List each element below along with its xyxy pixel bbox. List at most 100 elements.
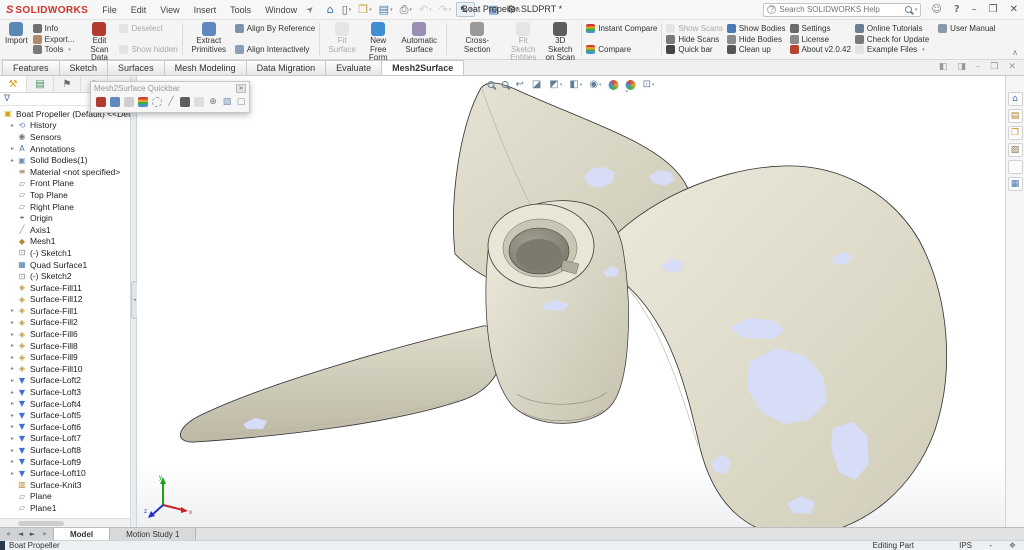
ribbon-small-button[interactable]: Quick bar — [666, 44, 722, 55]
doc-minimize-icon[interactable]: – — [976, 62, 981, 72]
view-tab[interactable]: Model — [54, 528, 110, 540]
ribbon-small-button[interactable]: Show hidden — [119, 44, 177, 55]
command-tab[interactable]: Mesh2Surface — [381, 60, 464, 75]
save-icon[interactable]: ▤ ▾ — [377, 3, 395, 16]
view-tab[interactable]: Motion Study 1 — [110, 528, 196, 540]
tree-item[interactable]: ◆ Mesh1 — [0, 236, 130, 248]
tree-item[interactable]: ▸ ▼ Surface-Loft3 — [0, 386, 130, 398]
expander-icon[interactable]: ▸ — [8, 157, 17, 164]
tree-horizontal-scrollbar[interactable] — [0, 518, 130, 527]
ribbon-small-button[interactable]: Example Files ▾ — [855, 44, 934, 55]
clean-up-icon[interactable]: ▢ — [236, 97, 246, 107]
ribbon-small-button[interactable]: Export... — [33, 34, 80, 45]
zoom-to-fit-icon[interactable] — [488, 81, 495, 88]
close-button[interactable]: ✕ — [1010, 4, 1018, 15]
ribbon-small-button[interactable]: Instant Compare — [586, 23, 657, 34]
ribbon-small-button[interactable]: About v2.0.42 — [790, 44, 851, 55]
hide-show-items-icon[interactable]: ◉ ▾ — [589, 79, 601, 90]
open-icon[interactable]: ❐ ▾ — [356, 3, 373, 16]
tree-item[interactable]: ▸ ▼ Surface-Loft5 — [0, 409, 130, 421]
appearances-icon[interactable] — [1008, 160, 1023, 174]
pane-left-icon[interactable]: ◧ — [939, 62, 948, 72]
compare-icon[interactable] — [138, 97, 148, 107]
hide-bodies-icon[interactable]: ▧ — [222, 97, 232, 107]
custom-properties-icon[interactable]: ▦ — [1008, 177, 1023, 191]
expander-icon[interactable]: ▸ — [8, 145, 17, 152]
print-icon[interactable]: ⎙ ▾ — [398, 3, 414, 16]
cross-section-icon[interactable] — [152, 97, 162, 107]
ribbon-small-button[interactable]: Show Scans — [666, 23, 722, 34]
ribbon-small-button[interactable]: User Manual — [938, 23, 995, 34]
command-tab[interactable]: Surfaces — [107, 60, 165, 75]
expander-icon[interactable]: ▸ — [8, 435, 17, 442]
expander-icon[interactable]: ▸ — [8, 307, 17, 314]
file-explorer-icon[interactable]: ❐ — [1008, 126, 1023, 140]
ribbon-small-button[interactable]: Online Tutorials — [855, 23, 934, 34]
tree-item[interactable]: ⊡ (-) Sketch1 — [0, 247, 130, 259]
command-tab[interactable]: Data Migration — [246, 60, 327, 75]
apply-scene-icon[interactable]: ▾ — [626, 80, 636, 90]
automatic-surface-button[interactable]: Automatic Surface — [394, 21, 444, 57]
tree-item[interactable]: ▸ ⟲ History — [0, 120, 130, 132]
login-icon[interactable]: ☺ — [931, 4, 941, 15]
tree-item[interactable]: ▸ ▼ Surface-Loft9 — [0, 456, 130, 468]
fit-sketch-entities-button[interactable]: Fit Sketch Entities — [505, 21, 541, 57]
tree-item[interactable]: ▸ ▼ Surface-Loft10 — [0, 467, 130, 479]
graphics-viewport[interactable]: ↩ ◪ ◩ ▾ ◧ ▾ ◉ — [137, 76, 1005, 527]
command-tab[interactable]: Evaluate — [325, 60, 382, 75]
search-box[interactable]: ? ▾ — [763, 3, 921, 17]
tree-item[interactable]: ⌖ Origin — [0, 212, 130, 224]
tree-item[interactable]: ▸ ▼ Surface-Loft7 — [0, 433, 130, 445]
section-view-icon[interactable]: ◪ — [532, 79, 542, 90]
tab-nav-button[interactable]: ► — [27, 530, 38, 538]
restore-button[interactable]: ❐ — [989, 4, 998, 15]
command-tab[interactable]: Sketch — [59, 60, 109, 75]
fit-surface-button[interactable]: Fit Surface — [322, 21, 362, 57]
expander-icon[interactable]: ▸ — [8, 122, 17, 129]
search-input[interactable] — [779, 5, 901, 14]
pane-right-icon[interactable]: ◨ — [957, 62, 966, 72]
status-customize-icon[interactable]: ❖ — [1009, 541, 1016, 550]
expander-icon[interactable]: ▸ — [8, 354, 17, 361]
ribbon-small-button[interactable]: Hide Bodies — [727, 34, 786, 45]
quickbar-close-button[interactable]: ✕ — [236, 84, 246, 93]
design-library-icon[interactable]: ▤ — [1008, 109, 1023, 123]
tab-nav-button[interactable]: « — [3, 530, 14, 538]
new-document-icon[interactable]: ▯ ▾ — [340, 3, 354, 16]
menu-item[interactable]: Tools — [230, 5, 251, 15]
tree-item[interactable]: ▸ ▼ Surface-Loft8 — [0, 444, 130, 456]
mesh2surface-quickbar[interactable]: Mesh2Surface Quickbar ✕ ╱ ⊕ — [90, 81, 250, 113]
tree-item[interactable]: ▱ Plane1 — [0, 502, 130, 514]
tab-nav-button[interactable]: » — [39, 530, 50, 538]
tree-item[interactable]: ╱ Axis1 — [0, 224, 130, 236]
tree-item[interactable]: ▸ ▼ Surface-Loft6 — [0, 421, 130, 433]
ribbon-small-button[interactable]: Info — [33, 23, 80, 34]
expander-icon[interactable]: ▸ — [8, 458, 17, 465]
3d-sketch-on-scan-button[interactable]: 3D Sketch on Scan — [541, 21, 579, 57]
new-free-form-button[interactable]: New Free Form — [362, 21, 394, 57]
home-icon[interactable]: ⌂ — [325, 3, 337, 16]
3d-sketch-on-scan-icon[interactable] — [180, 97, 190, 107]
menu-item[interactable]: Edit — [131, 5, 147, 15]
tree-item[interactable]: ▱ Top Plane — [0, 189, 130, 201]
edit-scan-data-button[interactable]: Edit Scan Data — [81, 21, 117, 57]
hide-scans-icon[interactable]: ⊕ — [208, 97, 218, 107]
menu-item[interactable]: Window — [265, 5, 297, 15]
tree-item[interactable]: ◉ Sensors — [0, 131, 130, 143]
feature-manager-tab[interactable]: ⚒ — [0, 76, 27, 92]
expander-icon[interactable]: ▸ — [8, 400, 17, 407]
command-tab[interactable]: Features — [2, 60, 60, 75]
tree-item[interactable]: ▸ ▼ Surface-Loft2 — [0, 375, 130, 387]
expander-icon[interactable]: ▸ — [8, 470, 17, 477]
expander-icon[interactable]: ▸ — [8, 423, 17, 430]
tree-item[interactable]: ▱ Right Plane — [0, 201, 130, 213]
fit-sketch-entities-icon[interactable] — [194, 97, 204, 107]
extract-primitives-icon[interactable] — [110, 97, 120, 107]
scrollbar-thumb[interactable] — [18, 521, 64, 526]
undo-icon[interactable]: ↶ ▾ — [417, 3, 434, 16]
view-orientation-icon[interactable]: ◩ ▾ — [549, 79, 562, 90]
help-icon[interactable]: ? — [954, 4, 960, 15]
tree-item[interactable]: ⊡ (-) Sketch2 — [0, 270, 130, 282]
expander-icon[interactable]: ▸ — [8, 319, 17, 326]
command-tab[interactable]: Mesh Modeling — [164, 60, 247, 75]
